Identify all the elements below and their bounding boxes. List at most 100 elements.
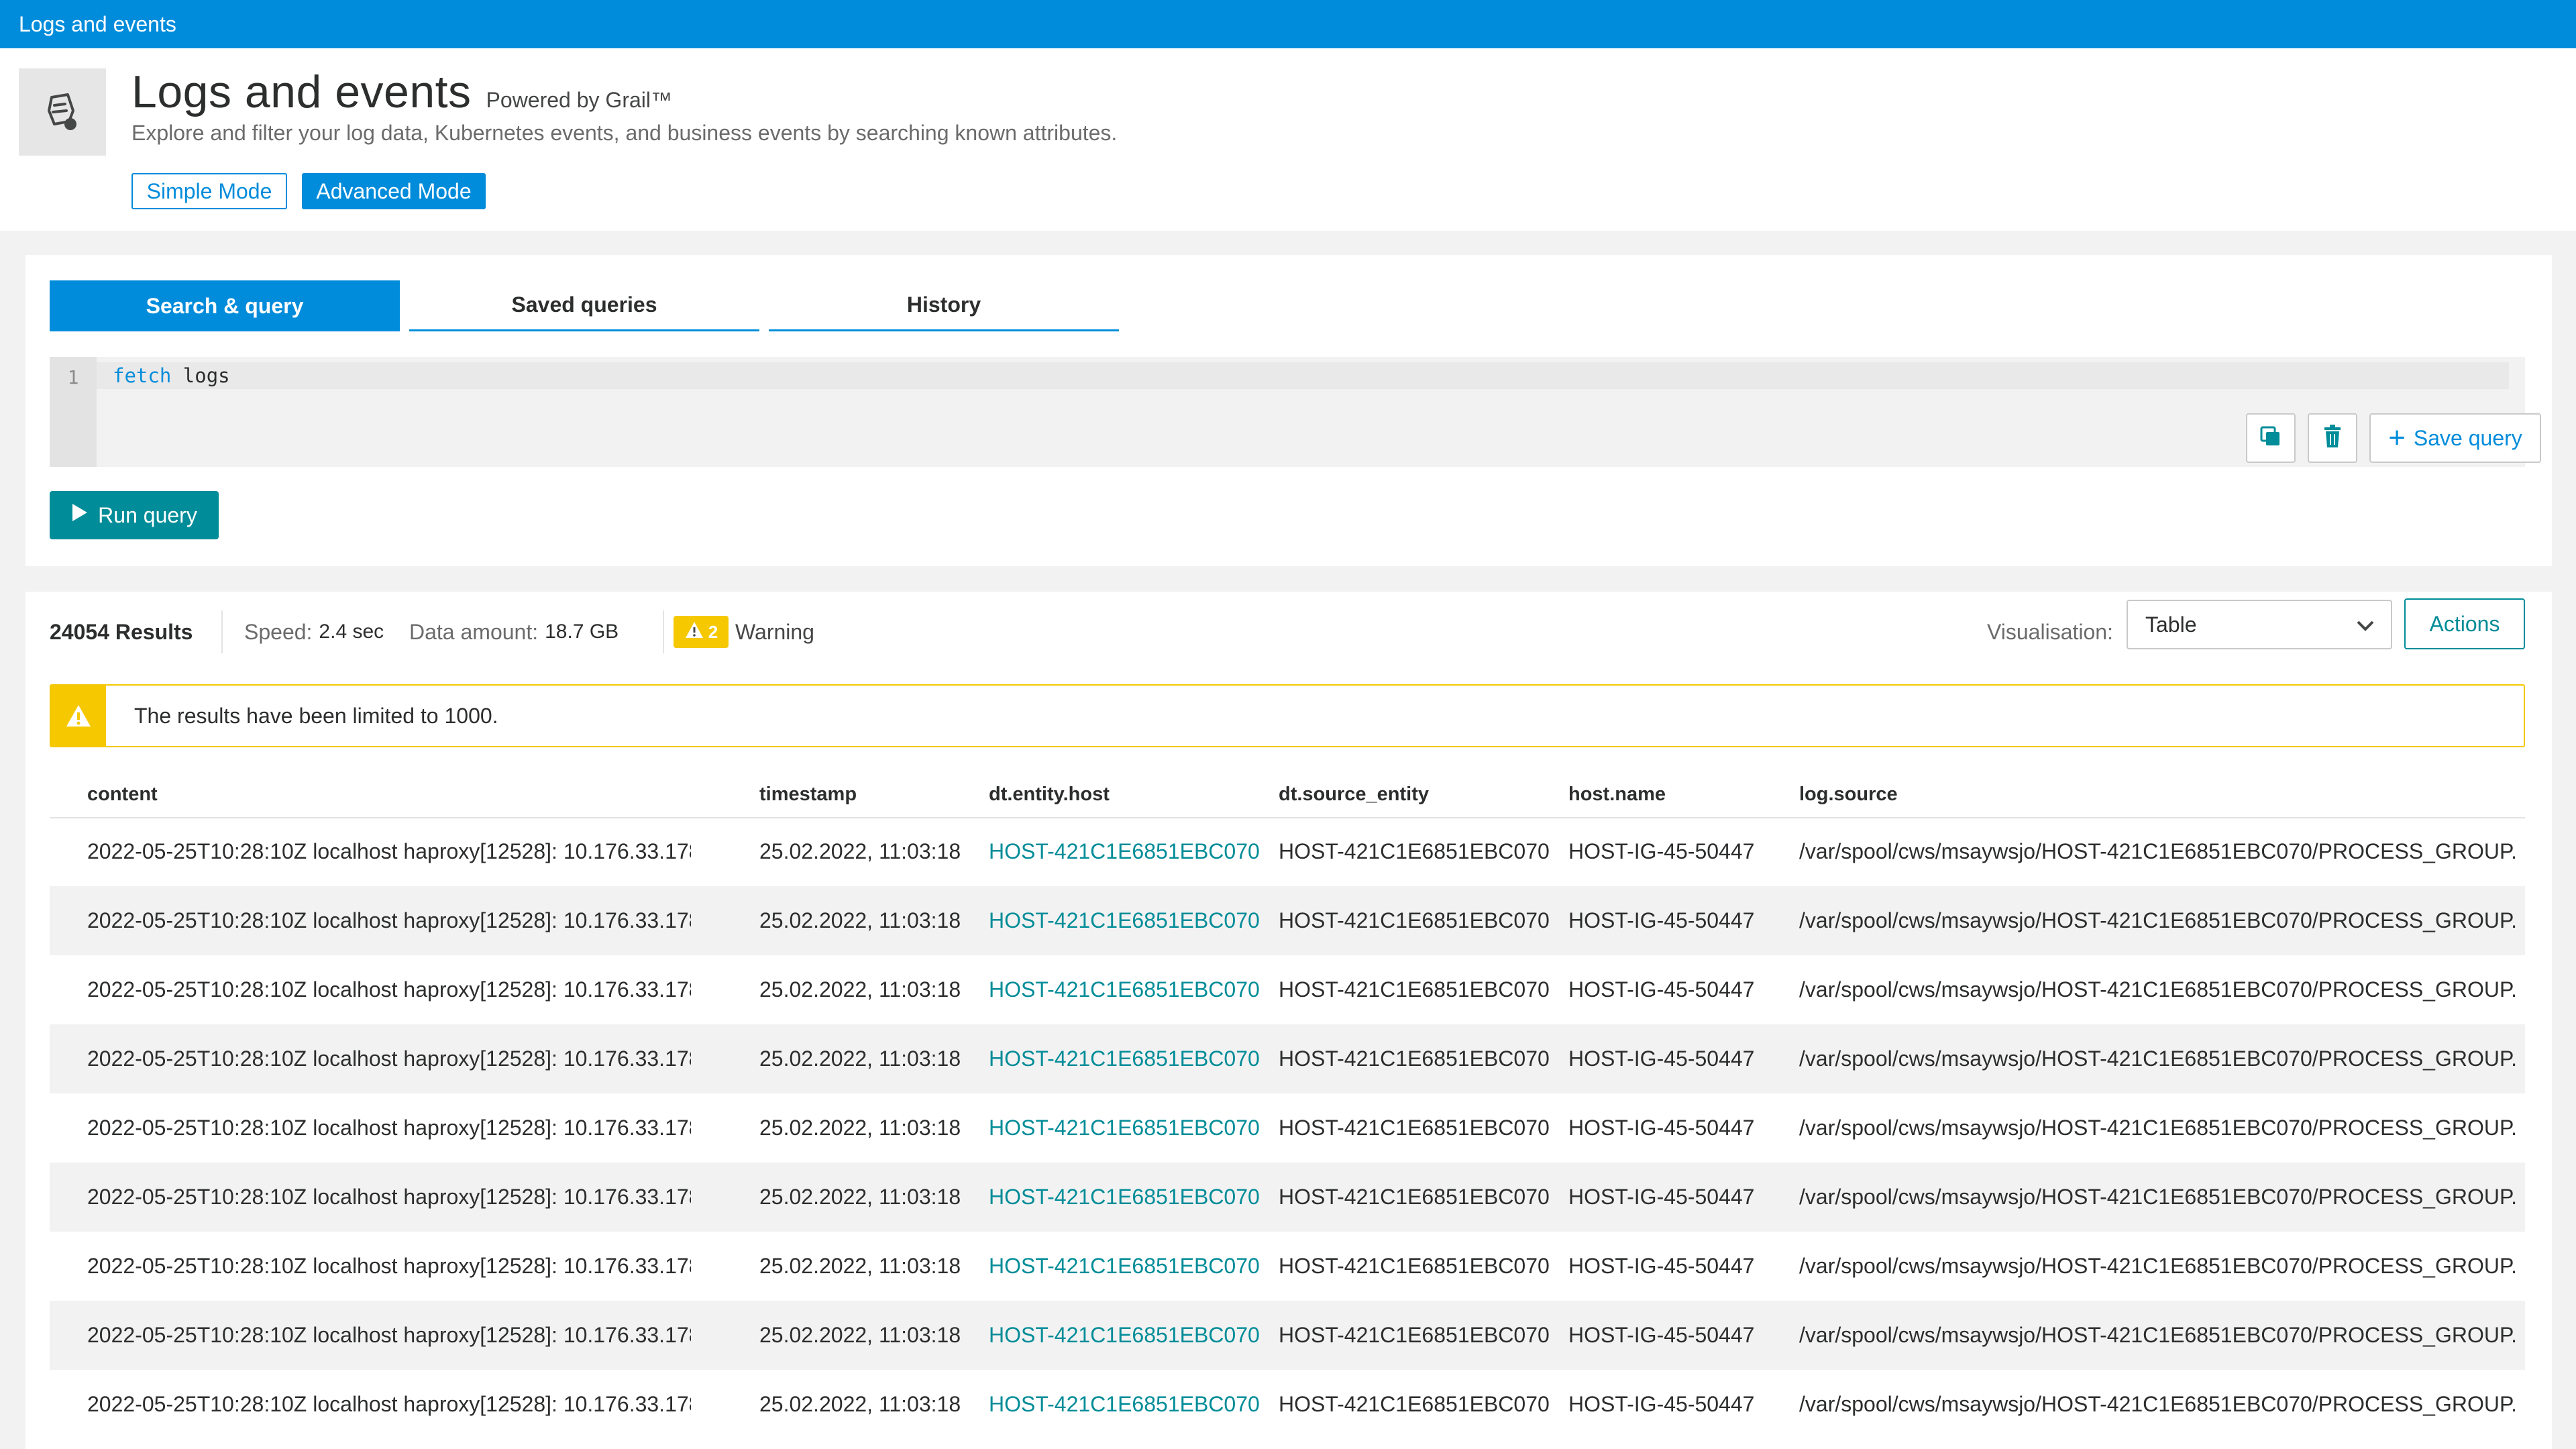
cell-entity-host[interactable]: HOST-421C1E6851EBC070 (989, 955, 1264, 1024)
table-row[interactable]: 2022-05-25T10:28:10Z localhost haproxy[1… (50, 1301, 2525, 1370)
cell-timestamp: 25.02.2022, 11:03:18 (759, 1185, 961, 1209)
column-header[interactable]: dt.source_entity (1279, 773, 1554, 816)
cell-entity-host[interactable]: HOST-421C1E6851EBC070 (989, 886, 1264, 955)
code-keyword: fetch (113, 364, 172, 387)
powered-by-label: Powered by Grail™ (486, 88, 672, 112)
banner-text: The results have been limited to 1000. (134, 703, 498, 728)
actions-button[interactable]: Actions (2404, 598, 2525, 649)
code-line[interactable]: fetch logs (97, 362, 2509, 389)
table-row[interactable]: 2022-05-25T10:28:10Z localhost haproxy[1… (50, 1232, 2525, 1301)
warning-badge: 2 (674, 616, 729, 648)
cell-log-source: /var/spool/cws/msaywsjo/HOST-421C1E6851E… (1799, 1323, 2517, 1347)
code-text: logs (182, 364, 230, 387)
cell-entity-host[interactable]: HOST-421C1E6851EBC070 (989, 1232, 1264, 1301)
limit-warning-banner: The results have been limited to 1000. (50, 684, 2525, 747)
cell-host-name: HOST-IG-45-50447 (1568, 1254, 1755, 1278)
cell-entity-host[interactable]: HOST-421C1E6851EBC070 (989, 1163, 1264, 1232)
logs-app-icon (19, 68, 106, 156)
advanced-mode-button[interactable]: Advanced Mode (302, 173, 486, 209)
warning-label: Warning (735, 619, 814, 644)
page-title: Logs and events (131, 66, 472, 117)
cell-host-name: HOST-IG-45-50447 (1568, 1116, 1755, 1140)
cell-source-entity: HOST-421C1E6851EBC070 (1279, 839, 1550, 863)
column-header[interactable]: content (87, 773, 691, 816)
column-header[interactable]: host.name (1568, 773, 1783, 816)
cell-entity-host[interactable]: HOST-421C1E6851EBC070 (989, 817, 1264, 886)
cell-content: 2022-05-25T10:28:10Z localhost haproxy[1… (87, 839, 691, 863)
cell-entity-host[interactable]: HOST-421C1E6851EBC070 (989, 1370, 1264, 1439)
cell-entity-host[interactable]: HOST-421C1E6851EBC070 (989, 1093, 1264, 1163)
copy-icon (2259, 425, 2282, 451)
cell-log-source: /var/spool/cws/msaywsjo/HOST-421C1E6851E… (1799, 977, 2517, 1002)
query-editor[interactable]: 1 fetch logs + Save query (50, 357, 2541, 467)
warning-icon (51, 686, 106, 746)
run-query-label: Run query (98, 502, 197, 527)
save-query-button[interactable]: + Save query (2369, 413, 2541, 463)
cell-log-source: /var/spool/cws/msaywsjo/HOST-421C1E6851E… (1799, 908, 2517, 932)
cell-log-source: /var/spool/cws/msaywsjo/HOST-421C1E6851E… (1799, 1116, 2517, 1140)
cell-content: 2022-05-25T10:28:10Z localhost haproxy[1… (87, 1323, 691, 1347)
visualisation-label: Visualisation: (1987, 619, 2113, 644)
cell-log-source: /var/spool/cws/msaywsjo/HOST-421C1E6851E… (1799, 1254, 2517, 1278)
cell-host-name: HOST-IG-45-50447 (1568, 1323, 1755, 1347)
table-row[interactable]: 2022-05-25T10:28:10Z localhost haproxy[1… (50, 886, 2525, 955)
cell-source-entity: HOST-421C1E6851EBC070 (1279, 1323, 1550, 1347)
cell-timestamp: 25.02.2022, 11:03:18 (759, 839, 961, 863)
divider (663, 610, 664, 653)
run-query-button[interactable]: Run query (50, 491, 219, 539)
cell-timestamp: 25.02.2022, 11:03:18 (759, 1116, 961, 1140)
play-icon (71, 502, 98, 528)
column-header[interactable]: timestamp (759, 773, 974, 816)
tab-saved-queries[interactable]: Saved queries (409, 280, 759, 331)
simple-mode-button[interactable]: Simple Mode (131, 173, 287, 209)
cell-source-entity: HOST-421C1E6851EBC070 (1279, 1185, 1550, 1209)
cell-content: 2022-05-25T10:28:10Z localhost haproxy[1… (87, 1046, 691, 1071)
table-row[interactable]: 2022-05-25T10:28:10Z localhost haproxy[1… (50, 1370, 2525, 1439)
column-header[interactable]: dt.entity.host (989, 773, 1264, 816)
tab-search-query[interactable]: Search & query (50, 280, 400, 331)
cell-content: 2022-05-25T10:28:10Z localhost haproxy[1… (87, 977, 691, 1002)
cell-content: 2022-05-25T10:28:10Z localhost haproxy[1… (87, 1392, 691, 1416)
warning-indicator[interactable]: 2 Warning (674, 612, 814, 652)
save-query-label: Save query (2413, 425, 2522, 450)
cell-entity-host[interactable]: HOST-421C1E6851EBC070 (989, 1301, 1264, 1370)
table-row[interactable]: 2022-05-25T10:28:10Z localhost haproxy[1… (50, 1163, 2525, 1232)
results-panel: 24054 Results Speed: 2.4 sec Data amount… (25, 592, 2552, 1449)
cell-timestamp: 25.02.2022, 11:03:18 (759, 1392, 961, 1416)
column-header[interactable]: log.source (1799, 773, 2517, 816)
data-amount-label: Data amount: (409, 619, 539, 644)
cell-source-entity: HOST-421C1E6851EBC070 (1279, 1116, 1550, 1140)
data-amount-stat: Data amount: 18.7 GB (409, 612, 619, 652)
cell-timestamp: 25.02.2022, 11:03:18 (759, 908, 961, 932)
cell-source-entity: HOST-421C1E6851EBC070 (1279, 1046, 1550, 1071)
cell-host-name: HOST-IG-45-50447 (1568, 839, 1755, 863)
cell-content: 2022-05-25T10:28:10Z localhost haproxy[1… (87, 908, 691, 932)
cell-content: 2022-05-25T10:28:10Z localhost haproxy[1… (87, 1254, 691, 1278)
cell-timestamp: 25.02.2022, 11:03:18 (759, 1046, 961, 1071)
cell-source-entity: HOST-421C1E6851EBC070 (1279, 977, 1550, 1002)
warning-count: 2 (708, 621, 718, 642)
cell-source-entity: HOST-421C1E6851EBC070 (1279, 908, 1550, 932)
data-amount-value: 18.7 GB (545, 621, 619, 643)
trash-icon (2322, 424, 2343, 452)
copy-button[interactable] (2246, 413, 2296, 463)
cell-log-source: /var/spool/cws/msaywsjo/HOST-421C1E6851E… (1799, 839, 2517, 863)
delete-button[interactable] (2308, 413, 2357, 463)
speed-value: 2.4 sec (319, 621, 384, 643)
table-row[interactable]: 2022-05-25T10:28:10Z localhost haproxy[1… (50, 955, 2525, 1024)
cell-entity-host[interactable]: HOST-421C1E6851EBC070 (989, 1024, 1264, 1093)
table-row[interactable]: 2022-05-25T10:28:10Z localhost haproxy[1… (50, 1024, 2525, 1093)
visualisation-select[interactable]: Table (2127, 600, 2392, 649)
table-row[interactable]: 2022-05-25T10:28:10Z localhost haproxy[1… (50, 1093, 2525, 1163)
table-body: 2022-05-25T10:28:10Z localhost haproxy[1… (50, 817, 2525, 1439)
warning-icon (684, 621, 704, 644)
page-header: Logs and events Powered by Grail™ Explor… (0, 48, 2576, 231)
tab-history[interactable]: History (769, 280, 1119, 331)
cell-timestamp: 25.02.2022, 11:03:18 (759, 1254, 961, 1278)
query-panel: Search & query Saved queries History 1 f… (25, 255, 2552, 566)
chevron-down-icon (2356, 612, 2375, 637)
cell-content: 2022-05-25T10:28:10Z localhost haproxy[1… (87, 1185, 691, 1209)
cell-log-source: /var/spool/cws/msaywsjo/HOST-421C1E6851E… (1799, 1185, 2517, 1209)
speed-label: Speed: (244, 619, 313, 644)
table-row[interactable]: 2022-05-25T10:28:10Z localhost haproxy[1… (50, 817, 2525, 886)
